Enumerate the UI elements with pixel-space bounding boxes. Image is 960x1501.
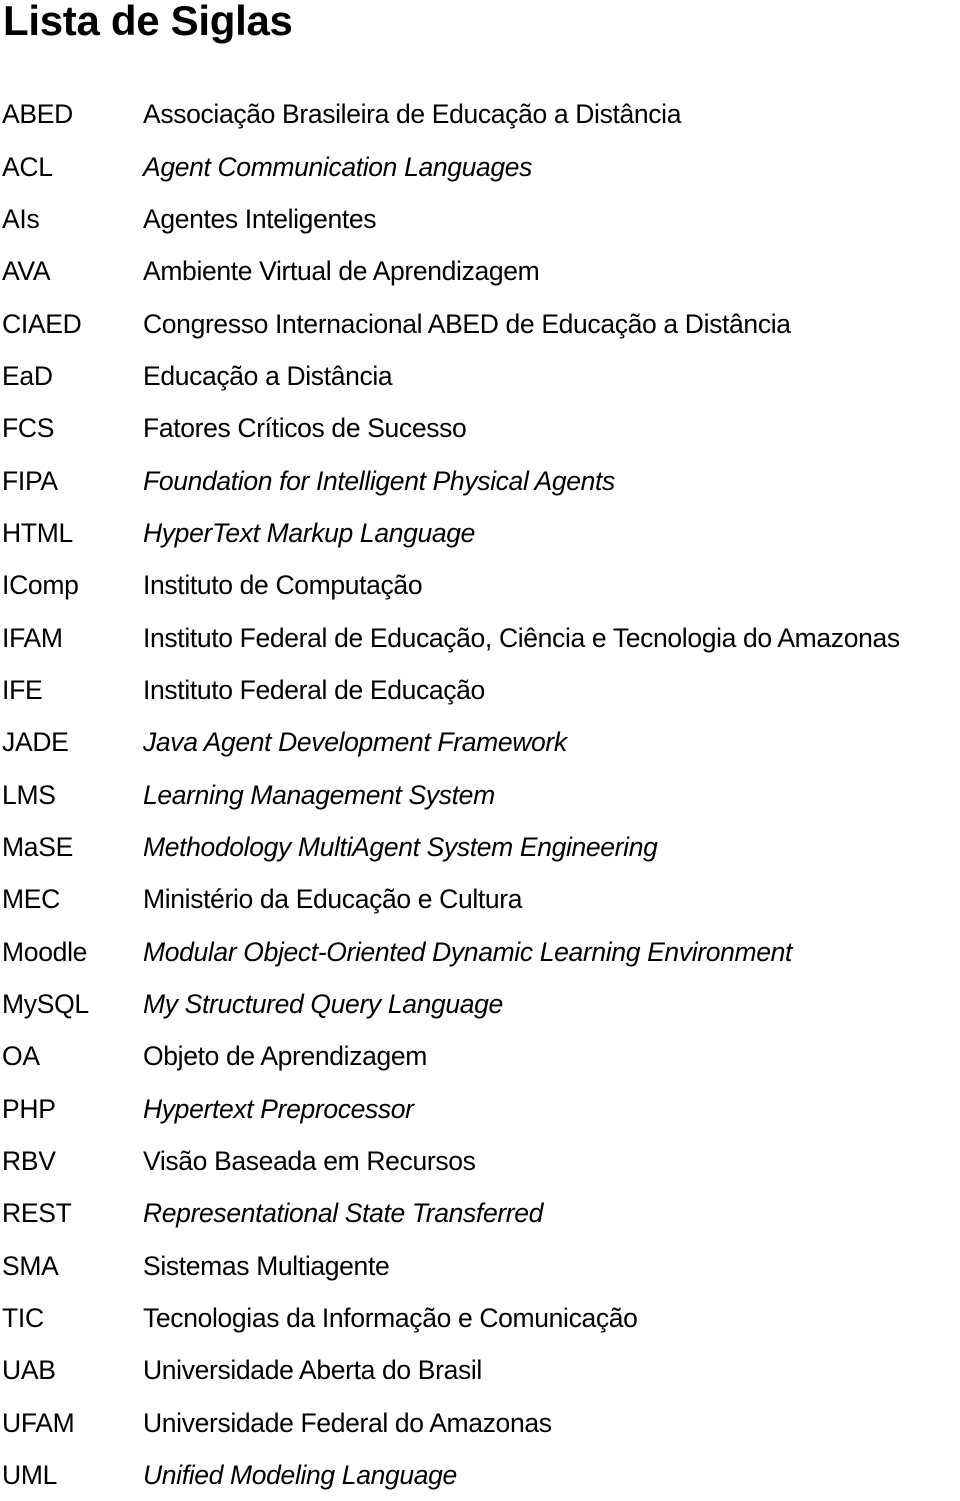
acronym-row: REST Representational State Transferred [0, 1187, 960, 1239]
acronym-row: JADE Java Agent Development Framework [0, 716, 960, 768]
acronym-row: MaSE Methodology MultiAgent System Engine… [0, 821, 960, 873]
acronym-row: ACL Agent Communication Languages [0, 140, 960, 192]
acronym-definition: Agentes Inteligentes [143, 203, 377, 234]
acronym-definition: Congresso Internacional ABED de Educação… [143, 308, 791, 339]
acronym: MySQL [2, 989, 89, 1020]
acronym: TIC [2, 1303, 44, 1334]
acronym-definition: Sistemas Multiagente [143, 1250, 390, 1281]
acronym-definition: Hypertext Preprocessor [143, 1093, 414, 1124]
acronym: AIs [2, 203, 40, 234]
acronym-row: SMA Sistemas Multiagente [0, 1240, 960, 1292]
acronym-row: IComp Instituto de Computação [0, 559, 960, 611]
acronym-row: FIPA Foundation for Intelligent Physical … [0, 454, 960, 506]
acronym-row: OA Objeto de Aprendizagem [0, 1030, 960, 1082]
acronym-definition: My Structured Query Language [143, 989, 503, 1020]
acronym-definition: Educação a Distância [143, 360, 393, 391]
acronym: RBV [2, 1146, 56, 1177]
acronym-definition: Objeto de Aprendizagem [143, 1041, 427, 1072]
acronym-row: TIC Tecnologias da Informação e Comunicaç… [0, 1292, 960, 1344]
acronym-definition: Instituto Federal de Educação [143, 674, 485, 705]
acronym: LMS [2, 779, 56, 810]
acronym: OA [2, 1041, 40, 1072]
acronym: UFAM [2, 1407, 75, 1438]
acronym: EaD [2, 360, 53, 391]
acronym: FIPA [2, 465, 58, 496]
acronym-definition: Modular Object-Oriented Dynamic Learning… [143, 936, 793, 967]
acronym-definition: Learning Management System [143, 779, 495, 810]
acronym-row: EaD Educação a Distância [0, 350, 960, 402]
acronym: MEC [2, 884, 60, 915]
acronym: PHP [2, 1093, 56, 1124]
acronym: MaSE [2, 831, 73, 862]
acronym: FCS [2, 413, 55, 444]
acronym-row: PHP Hypertext Preprocessor [0, 1083, 960, 1135]
acronym-definition: Visão Baseada em Recursos [143, 1146, 476, 1177]
acronym-definition: Universidade Federal do Amazonas [143, 1407, 552, 1438]
acronym: SMA [2, 1250, 59, 1281]
acronym-row: IFAM Instituto Federal de Educação, Ciênc… [0, 611, 960, 663]
acronym-definition: Methodology MultiAgent System Engineerin… [143, 831, 658, 862]
acronym-list: ABED Associação Brasileira de Educação a … [0, 88, 960, 1501]
acronym: REST [2, 1198, 72, 1229]
acronym-row: MEC Ministério da Educação e Cultura [0, 873, 960, 925]
acronym-definition: Ambiente Virtual de Aprendizagem [143, 256, 540, 287]
acronym-definition: Instituto Federal de Educação, Ciência e… [143, 622, 900, 653]
acronym-row: IFE Instituto Federal de Educação [0, 664, 960, 716]
acronym-definition: HyperText Markup Language [143, 517, 476, 548]
acronym: IComp [2, 570, 79, 601]
acronym-row: RBV Visão Baseada em Recursos [0, 1135, 960, 1187]
acronym-definition: Agent Communication Languages [143, 151, 533, 182]
acronym-row: AIs Agentes Inteligentes [0, 193, 960, 245]
acronym-definition: Representational State Transferred [143, 1198, 544, 1229]
acronym: ACL [2, 151, 53, 182]
acronym-row: HTML HyperText Markup Language [0, 507, 960, 559]
acronym-row: UML Unified Modeling Language [0, 1449, 960, 1501]
acronym-definition: Instituto de Computação [143, 570, 423, 601]
acronym: Moodle [2, 936, 88, 967]
acronym: UAB [2, 1355, 56, 1386]
acronym-definition: Associação Brasileira de Educação a Dist… [143, 99, 682, 130]
acronym-definition: Java Agent Development Framework [143, 727, 567, 758]
acronym-row: FCS Fatores Críticos de Sucesso [0, 402, 960, 454]
acronym-definition: Unified Modeling Language [143, 1460, 457, 1491]
acronym-definition: Foundation for Intelligent Physical Agen… [143, 465, 615, 496]
acronym: IFAM [2, 622, 63, 653]
acronym-row: AVA Ambiente Virtual de Aprendizagem [0, 245, 960, 297]
acronym-row: ABED Associação Brasileira de Educação a … [0, 88, 960, 140]
acronym: UML [2, 1460, 58, 1491]
acronym: IFE [2, 674, 43, 705]
acronym-row: Moodle Modular Object-Oriented Dynamic Le… [0, 926, 960, 978]
acronym-row: UFAM Universidade Federal do Amazonas [0, 1397, 960, 1449]
acronym: HTML [2, 517, 73, 548]
acronym: AVA [2, 256, 51, 287]
acronym-row: CIAED Congresso Internacional ABED de Edu… [0, 297, 960, 349]
acronym-definition: Fatores Críticos de Sucesso [143, 413, 467, 444]
page-title: Lista de Siglas [3, 0, 293, 44]
acronym-definition: Ministério da Educação e Cultura [143, 884, 523, 915]
acronym-definition: Universidade Aberta do Brasil [143, 1355, 482, 1386]
acronym-row: LMS Learning Management System [0, 768, 960, 820]
acronym: ABED [2, 99, 73, 130]
acronym-definition: Tecnologias da Informação e Comunicação [143, 1303, 638, 1334]
acronym: CIAED [2, 308, 82, 339]
acronym-row: MySQL My Structured Query Language [0, 978, 960, 1030]
acronym-row: UAB Universidade Aberta do Brasil [0, 1344, 960, 1396]
acronym: JADE [2, 727, 69, 758]
